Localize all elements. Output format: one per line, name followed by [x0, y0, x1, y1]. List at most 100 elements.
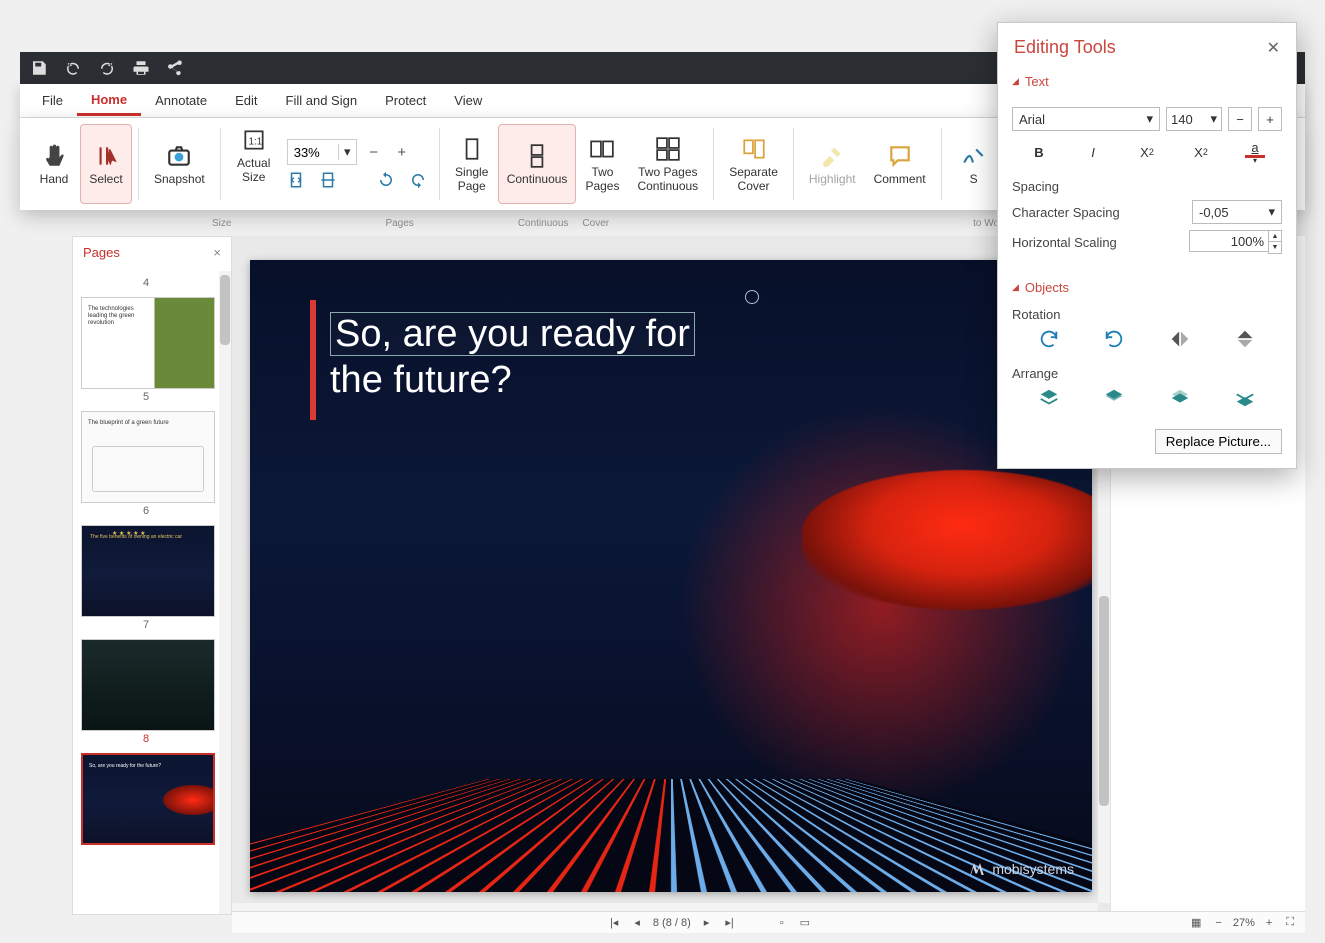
zoom-status[interactable]: 27%: [1233, 917, 1255, 929]
fit-page-status-icon[interactable]: ▫: [777, 917, 787, 929]
snapshot-label: Snapshot: [154, 172, 205, 186]
comment-button[interactable]: Comment: [865, 124, 935, 204]
selected-text-line1[interactable]: So, are you ready for: [330, 312, 695, 356]
redo-icon[interactable]: [98, 59, 116, 77]
tab-view[interactable]: View: [440, 87, 496, 114]
tab-file[interactable]: File: [28, 87, 77, 114]
thumb-number: 6: [81, 505, 211, 517]
panel-title: Editing Tools: [1014, 37, 1116, 58]
select-label: Select: [89, 172, 122, 186]
zoom-combo[interactable]: ▾: [287, 139, 357, 165]
continuous-button[interactable]: Continuous: [498, 124, 577, 204]
headline-text[interactable]: So, are you ready for the future?: [330, 312, 695, 403]
send-to-back-icon[interactable]: [1234, 387, 1256, 409]
fit-page-icon[interactable]: [287, 171, 305, 189]
horizontal-scaling-input[interactable]: 100%: [1189, 230, 1269, 252]
send-backward-icon[interactable]: [1169, 387, 1191, 409]
bold-button[interactable]: B: [1012, 137, 1066, 167]
zoom-input[interactable]: [288, 145, 338, 160]
bring-forward-icon[interactable]: [1103, 387, 1125, 409]
fit-width-icon[interactable]: [319, 171, 337, 189]
page-indicator[interactable]: 8 (8 / 8): [653, 917, 691, 929]
rotate-right-icon[interactable]: [409, 171, 427, 189]
group-continuous: Continuous: [514, 218, 573, 229]
sign-button[interactable]: S: [948, 124, 1000, 204]
fullscreen-icon[interactable]: ⛶: [1283, 916, 1297, 929]
horizontal-scaling-spinner[interactable]: ▲▼: [1268, 230, 1282, 254]
italic-button[interactable]: I: [1066, 137, 1120, 167]
page-thumb-5[interactable]: The blueprint of a green future: [81, 411, 215, 503]
pages-scrollbar[interactable]: [219, 271, 231, 914]
replace-picture-button[interactable]: Replace Picture...: [1155, 429, 1282, 454]
single-page-button[interactable]: Single Page: [446, 124, 498, 204]
print-icon[interactable]: [132, 59, 150, 77]
group-cover: Cover: [578, 218, 613, 229]
tab-home[interactable]: Home: [77, 86, 141, 116]
subscript-button[interactable]: X2: [1120, 137, 1174, 167]
two-pages-continuous-button[interactable]: Two Pages Continuous: [628, 124, 707, 204]
share-icon[interactable]: [166, 59, 184, 77]
flip-horizontal-icon[interactable]: [1169, 328, 1191, 350]
thumb-number: 4: [81, 277, 211, 289]
tab-protect[interactable]: Protect: [371, 87, 440, 114]
actual-size-button[interactable]: 1:1 Actual Size: [231, 126, 277, 185]
svg-text:1:1: 1:1: [248, 136, 262, 147]
font-size-decrease-button[interactable]: −: [1228, 107, 1252, 131]
superscript-button[interactable]: X2: [1174, 137, 1228, 167]
group-size: Size: [208, 218, 235, 229]
actual-size-group: 1:1 Actual Size: [227, 124, 281, 204]
page-thumb-4[interactable]: The technologies leading the green revol…: [81, 297, 215, 389]
flip-vertical-icon[interactable]: [1234, 328, 1256, 350]
arrange-label: Arrange: [1012, 366, 1282, 381]
text-section-header[interactable]: ◢ Text: [998, 68, 1296, 95]
fit-width-status-icon[interactable]: ▭: [797, 916, 813, 929]
font-size-increase-button[interactable]: +: [1258, 107, 1282, 131]
tab-annotate[interactable]: Annotate: [141, 87, 221, 114]
save-icon[interactable]: [30, 59, 48, 77]
pages-panel-close-icon[interactable]: ×: [213, 245, 221, 260]
rotate-handle-icon[interactable]: [745, 290, 759, 304]
first-page-icon[interactable]: |◂: [607, 916, 621, 929]
zoom-in-status-icon[interactable]: +: [1263, 917, 1275, 929]
bring-to-front-icon[interactable]: [1038, 387, 1060, 409]
tab-fill-and-sign[interactable]: Fill and Sign: [272, 87, 372, 114]
zoom-out-status-icon[interactable]: −: [1212, 917, 1224, 929]
page-thumb-7[interactable]: [81, 639, 215, 731]
font-color-button[interactable]: a▾: [1228, 137, 1282, 167]
next-page-icon[interactable]: ▸: [701, 916, 713, 929]
horizontal-scaling-label: Horizontal Scaling: [1012, 235, 1117, 250]
brand-watermark: mobisystems: [968, 860, 1074, 878]
snapshot-button[interactable]: Snapshot: [145, 124, 214, 204]
rotate-cw-icon[interactable]: [1038, 328, 1060, 350]
zoom-in-button[interactable]: +: [391, 144, 413, 161]
single-page-label: Single Page: [455, 165, 488, 193]
continuous-label: Continuous: [507, 172, 568, 186]
rotate-ccw-icon[interactable]: [1103, 328, 1125, 350]
view-mode-icon[interactable]: ▦: [1188, 916, 1204, 929]
tab-edit[interactable]: Edit: [221, 87, 271, 114]
character-spacing-value: -0,05: [1199, 205, 1229, 220]
objects-section-label: Objects: [1025, 280, 1069, 295]
character-spacing-label: Character Spacing: [1012, 205, 1120, 220]
rotate-left-icon[interactable]: [377, 171, 395, 189]
panel-close-icon[interactable]: ✕: [1267, 38, 1280, 58]
zoom-out-button[interactable]: −: [363, 144, 385, 161]
highlight-label: Highlight: [809, 172, 856, 186]
separate-cover-button[interactable]: Separate Cover: [720, 124, 787, 204]
character-spacing-select[interactable]: -0,05▾: [1192, 200, 1282, 224]
objects-section-header[interactable]: ◢ Objects: [998, 274, 1296, 301]
undo-icon[interactable]: [64, 59, 82, 77]
page-thumb-6[interactable]: The five benefits of owning an electric …: [81, 525, 215, 617]
zoom-dropdown-icon[interactable]: ▾: [338, 144, 356, 160]
font-family-select[interactable]: Arial▾: [1012, 107, 1160, 131]
hand-button[interactable]: Hand: [28, 124, 80, 204]
select-button[interactable]: Select: [80, 124, 132, 204]
highlight-button[interactable]: Highlight: [800, 124, 865, 204]
prev-page-icon[interactable]: ◂: [631, 916, 643, 929]
page-thumb-8[interactable]: So, are you ready for the future?: [81, 753, 215, 845]
last-page-icon[interactable]: ▸|: [722, 916, 736, 929]
actual-size-label: Actual Size: [237, 156, 270, 184]
document-viewport[interactable]: So, are you ready for the future? mobisy…: [232, 236, 1110, 915]
two-pages-button[interactable]: Two Pages: [576, 124, 628, 204]
font-size-select[interactable]: 140▾: [1166, 107, 1222, 131]
